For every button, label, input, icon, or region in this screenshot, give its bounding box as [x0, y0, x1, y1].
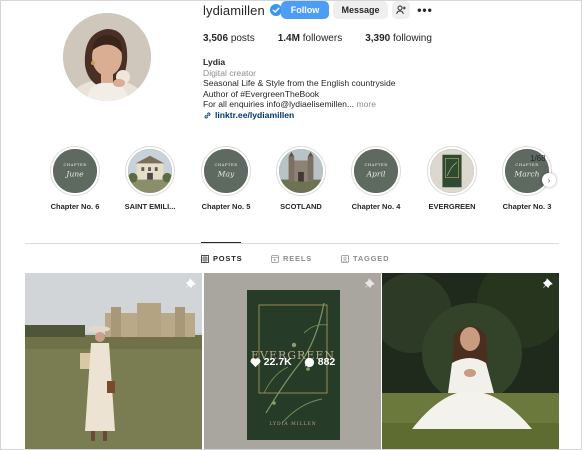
highlight-cover: CHAPTER May — [204, 149, 248, 193]
highlight-ring: CHAPTER May — [201, 146, 251, 196]
followers-stat[interactable]: 1.4M followers — [278, 33, 342, 44]
post-tile-1[interactable] — [25, 273, 202, 449]
highlight-cover-main: April — [366, 170, 387, 179]
verified-badge-icon — [269, 4, 282, 16]
highlight-cover — [430, 149, 474, 193]
highlight-cover — [279, 149, 323, 193]
highlight-label: SAINT EMILI... — [124, 202, 176, 211]
post-photo-garden — [382, 273, 559, 449]
highlight-chapter-5[interactable]: CHAPTER May Chapter No. 5 — [197, 146, 255, 211]
tab-tagged-label: TAGGED — [353, 254, 390, 263]
tab-reels[interactable]: REELS — [271, 254, 312, 263]
add-user-icon — [396, 5, 406, 15]
highlight-scotland[interactable]: SCOTLAND — [272, 146, 330, 211]
tab-reels-label: REELS — [283, 254, 313, 263]
tagged-icon — [341, 254, 349, 263]
highlight-label: Chapter No. 3 — [502, 202, 552, 211]
highlight-saint-emilion[interactable]: SAINT EMILI... — [121, 146, 179, 211]
pinned-icon — [365, 278, 375, 288]
highlight-book-photo — [430, 149, 474, 193]
highlight-label: Chapter No. 6 — [50, 202, 100, 211]
highlight-ring — [276, 146, 326, 196]
more-options-icon[interactable]: ••• — [417, 1, 433, 19]
highlight-chapter-4[interactable]: CHAPTER April Chapter No. 4 — [347, 146, 405, 211]
grid-icon — [201, 254, 209, 263]
tabs-divider — [25, 243, 559, 244]
tab-posts-label: POSTS — [213, 254, 243, 263]
bio-more-link[interactable]: more — [356, 99, 376, 109]
highlight-ring — [427, 146, 477, 196]
highlight-cover-art: CHAPTER June — [53, 149, 97, 193]
post-tile-3[interactable] — [382, 273, 559, 449]
highlight-cover — [128, 149, 172, 193]
username-row: lydiamillen — [203, 1, 282, 19]
comment-icon — [304, 357, 314, 367]
likes-count: 22.7K — [263, 356, 292, 368]
comments-count: 882 — [317, 356, 336, 368]
posts-count: 3,506 — [203, 33, 229, 44]
post-photo-palace — [25, 273, 202, 449]
heart-icon — [250, 357, 261, 367]
highlight-label: Chapter No. 4 — [351, 202, 401, 211]
likes-count-wrap: 22.7K — [250, 356, 292, 368]
pinned-icon — [543, 278, 553, 288]
highlight-cover-main: June — [64, 170, 84, 179]
following-label: following — [393, 33, 432, 44]
following-stat[interactable]: 3,390 following — [365, 33, 432, 44]
highlight-label: Chapter No. 5 — [201, 202, 251, 211]
highlight-cover-art: CHAPTER May — [204, 149, 248, 193]
followers-label: followers — [302, 33, 343, 44]
profile-page: lydiamillen Follow Message ••• 3,506 pos… — [0, 0, 582, 450]
posts-stat: 3,506 posts — [203, 33, 255, 44]
followers-count: 1.4M — [277, 33, 300, 44]
highlight-ring — [125, 146, 175, 196]
pinned-icon — [186, 278, 196, 288]
username: lydiamillen — [203, 2, 265, 18]
profile-stats: 3,506 posts 1.4M followers 3,390 followi… — [203, 33, 455, 44]
post-tile-2[interactable]: EVERGREEN LYDIA MILLEN 22.7K 882 — [204, 273, 381, 449]
reels-icon — [271, 254, 279, 263]
active-tab-indicator — [201, 242, 241, 243]
highlight-label: EVERGREEN — [428, 202, 476, 211]
highlight-castle-photo — [279, 149, 323, 193]
avatar-photo — [63, 13, 151, 101]
highlight-counter: 1/68 — [530, 154, 546, 163]
highlight-chateau-photo — [128, 149, 172, 193]
highlight-cover-top: CHAPTER — [63, 162, 86, 167]
chevron-right-icon[interactable]: › — [542, 173, 556, 187]
profile-bio: Lydia Digital creator Seasonal Life & St… — [203, 57, 396, 121]
highlight-cover-top: CHAPTER — [364, 162, 387, 167]
bio-line-3-wrap: For all enquiries info@lydiaelisemillen.… — [203, 99, 396, 110]
follow-button[interactable]: Follow — [281, 1, 329, 19]
highlight-chapter-6[interactable]: CHAPTER June Chapter No. 6 — [46, 146, 104, 211]
bio-line-2: Author of #EvergreenTheBook — [203, 88, 320, 99]
highlight-cover-art: CHAPTER April — [354, 149, 398, 193]
highlight-evergreen[interactable]: EVERGREEN — [423, 146, 481, 211]
posts-label: posts — [230, 33, 255, 44]
profile-avatar[interactable] — [63, 13, 151, 101]
highlight-ring: CHAPTER April — [351, 146, 401, 196]
highlight-cover-main: May — [217, 170, 235, 179]
post-hover-overlay: 22.7K 882 — [204, 273, 381, 449]
comments-count-wrap: 882 — [304, 356, 336, 368]
add-user-button[interactable] — [392, 1, 410, 19]
bio-link-text: linktr.ee/lydiamillen — [215, 109, 295, 120]
tab-tagged[interactable]: TAGGED — [341, 254, 389, 263]
bio-line-3: For all enquiries info@lydiaelisemillen.… — [203, 99, 355, 110]
bio-link[interactable]: linktr.ee/lydiamillen — [203, 110, 396, 121]
link-icon — [204, 112, 211, 119]
category-label: Digital creator — [203, 67, 257, 78]
highlight-label: SCOTLAND — [280, 202, 322, 211]
highlight-cover: CHAPTER June — [53, 149, 97, 193]
tab-posts[interactable]: POSTS — [201, 254, 242, 263]
bio-line-1: Seasonal Life & Style from the English c… — [203, 78, 396, 89]
highlight-cover-main: March — [513, 170, 539, 179]
highlight-ring: CHAPTER June — [50, 146, 100, 196]
highlight-cover-top: CHAPTER — [214, 162, 237, 167]
following-count: 3,390 — [365, 33, 391, 44]
highlight-cover: CHAPTER April — [354, 149, 398, 193]
message-button[interactable]: Message — [333, 1, 388, 19]
display-name: Lydia — [203, 57, 226, 67]
